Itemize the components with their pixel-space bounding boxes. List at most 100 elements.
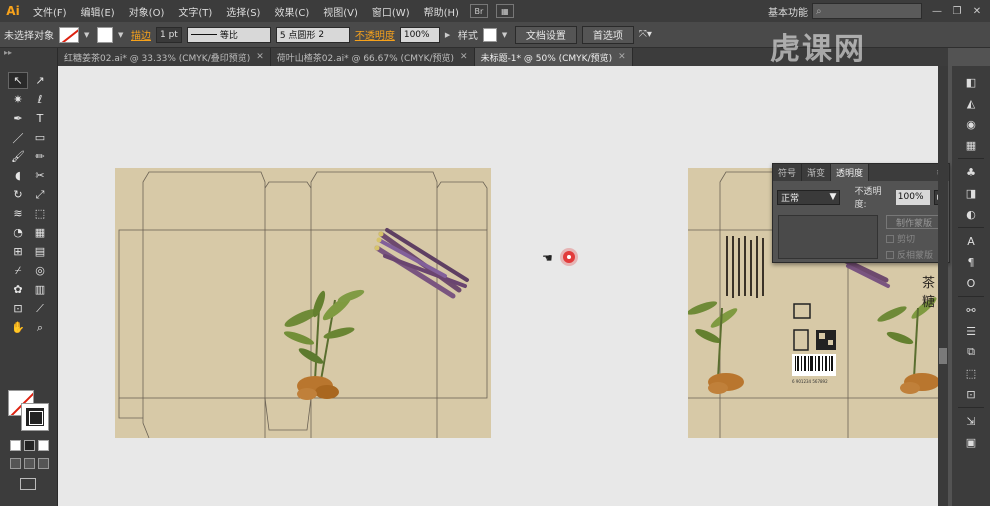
document-setup-button[interactable]: 文档设置 xyxy=(514,25,577,44)
opacity-input[interactable]: 100% xyxy=(399,26,440,43)
lasso-tool-icon[interactable]: ℓ xyxy=(30,91,50,108)
tab-document-3[interactable]: 未标题-1* @ 50% (CMYK/预览) ✕ xyxy=(474,48,633,66)
close-icon[interactable]: ✕ xyxy=(618,52,626,62)
chevron-right-icon[interactable]: ▶ xyxy=(445,31,453,39)
restore-button[interactable]: ❐ xyxy=(948,4,966,18)
chevron-down-icon[interactable]: ▼ xyxy=(118,31,126,39)
asset-icon[interactable]: ▣ xyxy=(963,434,979,450)
menu-item[interactable]: 窗口(W) xyxy=(365,4,417,19)
selection-tool-icon[interactable]: ↖ xyxy=(8,72,28,89)
graphic-style-swatch[interactable] xyxy=(482,27,497,42)
paragraph-icon[interactable]: ¶ xyxy=(963,254,979,270)
magic-wand-tool-icon[interactable]: ✷ xyxy=(8,91,28,108)
transform-icon[interactable]: ⬚ xyxy=(963,365,979,381)
color-panel-icon[interactable]: ◧ xyxy=(963,74,979,90)
menu-item[interactable]: 视图(V) xyxy=(316,4,365,19)
blend-tool-icon[interactable]: ◎ xyxy=(30,262,50,279)
eyedropper-tool-icon[interactable]: ⌿ xyxy=(8,262,28,279)
stroke-color-icon[interactable] xyxy=(22,404,48,430)
stroke-label[interactable]: 描边 xyxy=(131,27,151,42)
gradient-icon[interactable]: ◨ xyxy=(963,185,979,201)
none-mode-icon[interactable] xyxy=(38,440,49,451)
transparency-icon[interactable]: ◐ xyxy=(963,206,979,222)
draw-behind-icon[interactable] xyxy=(24,458,35,469)
eraser-tool-icon[interactable]: ✂ xyxy=(30,167,50,184)
symbol-sprayer-tool-icon[interactable]: ✿ xyxy=(8,281,28,298)
symbols-icon[interactable]: ♣ xyxy=(963,164,979,180)
layers-icon[interactable]: ▦ xyxy=(963,137,979,153)
opacity-label[interactable]: 不透明度 xyxy=(355,27,395,42)
menu-item[interactable]: 对象(O) xyxy=(122,4,172,19)
rotate-tool-icon[interactable]: ↻ xyxy=(8,186,28,203)
perspective-grid-tool-icon[interactable]: ▦ xyxy=(30,224,50,241)
menu-item[interactable]: 文件(F) xyxy=(26,4,74,19)
menu-item[interactable]: 效果(C) xyxy=(267,4,316,19)
draw-inside-icon[interactable] xyxy=(38,458,49,469)
close-button[interactable]: ✕ xyxy=(968,4,986,18)
tab-gradient[interactable]: 渐变 xyxy=(802,164,832,181)
brush-definition[interactable]: 5 点圆形 2 xyxy=(275,26,350,43)
screen-mode-icon[interactable] xyxy=(20,478,36,490)
width-tool-icon[interactable]: ≋ xyxy=(8,205,28,222)
menu-item[interactable]: 选择(S) xyxy=(219,4,267,19)
chevron-down-icon[interactable]: ▼ xyxy=(84,31,92,39)
fill-stroke-swatches[interactable] xyxy=(8,390,50,432)
stroke-swatch[interactable] xyxy=(97,26,113,43)
search-input[interactable]: ⌕ xyxy=(812,3,922,19)
pathfinder-icon[interactable]: ⧉ xyxy=(963,344,979,360)
color-mode-icon[interactable] xyxy=(10,440,21,451)
menu-item[interactable]: 文字(T) xyxy=(171,4,219,19)
export-icon[interactable]: ⇲ xyxy=(963,413,979,429)
menu-item[interactable]: 编辑(E) xyxy=(74,4,122,19)
column-graph-tool-icon[interactable]: ▥ xyxy=(30,281,50,298)
zoom-tool-icon[interactable]: ⌕ xyxy=(30,319,50,336)
links-icon[interactable]: ⚯ xyxy=(963,302,979,318)
gradient-mode-icon[interactable] xyxy=(24,440,35,451)
canvas-area[interactable]: 茶糖 6 901234 567892 ☚ xyxy=(58,66,938,506)
blob-brush-tool-icon[interactable]: ◖ xyxy=(8,167,28,184)
preferences-button[interactable]: 首选项 xyxy=(581,25,634,44)
pen-tool-icon[interactable]: ✒ xyxy=(8,110,28,127)
tab-symbols[interactable]: 符号 xyxy=(773,164,803,181)
vertical-scrollbar[interactable] xyxy=(938,66,948,506)
color-guide-icon[interactable]: ◭ xyxy=(963,95,979,111)
clip-checkbox[interactable]: 剪切 xyxy=(886,232,942,245)
mesh-tool-icon[interactable]: ⊞ xyxy=(8,243,28,260)
tab-document-1[interactable]: 红糖姜茶02.ai* @ 33.33% (CMYK/叠印预览) ✕ xyxy=(58,48,271,66)
variable-width-profile[interactable]: 等比 xyxy=(186,26,271,43)
tab-document-2[interactable]: 荷叶山楂茶02.ai* @ 66.67% (CMYK/预览) ✕ xyxy=(271,48,475,66)
paintbrush-tool-icon[interactable]: 🖌 xyxy=(8,148,28,165)
direct-selection-tool-icon[interactable]: ↗ xyxy=(30,72,50,89)
arrange-documents-icon[interactable]: ▦ xyxy=(495,4,514,18)
slice-tool-icon[interactable]: ⟋ xyxy=(30,300,50,317)
stroke-weight-field[interactable]: 1 pt xyxy=(156,26,182,43)
scroll-thumb[interactable] xyxy=(939,348,947,364)
character-icon[interactable]: A xyxy=(963,233,979,249)
close-icon[interactable]: ✕ xyxy=(256,52,264,62)
opentype-icon[interactable]: O xyxy=(963,275,979,291)
pencil-tool-icon[interactable]: ✏ xyxy=(30,148,50,165)
fill-swatch[interactable] xyxy=(59,26,79,43)
close-icon[interactable]: ✕ xyxy=(460,52,468,62)
hand-tool-icon[interactable]: ✋ xyxy=(8,319,28,336)
panel-opacity-input[interactable]: 100% xyxy=(895,189,931,205)
chevron-down-icon[interactable]: ▼ xyxy=(502,31,510,39)
artboards-icon[interactable]: ⊡ xyxy=(963,386,979,402)
toolbar-grip[interactable]: ▸▸ xyxy=(0,48,57,64)
shape-builder-tool-icon[interactable]: ◔ xyxy=(8,224,28,241)
rectangle-tool-icon[interactable]: ▭ xyxy=(30,129,50,146)
make-mask-button[interactable]: 制作蒙版 xyxy=(886,215,942,229)
invert-mask-checkbox[interactable]: 反相蒙版 xyxy=(886,248,942,261)
minimize-button[interactable]: — xyxy=(928,4,946,18)
arrange-icon[interactable]: ⤧▾ xyxy=(639,29,652,40)
gradient-tool-icon[interactable]: ▤ xyxy=(30,243,50,260)
mask-thumbnail[interactable] xyxy=(778,215,878,259)
workspace-switcher[interactable]: 基本功能 xyxy=(768,4,808,19)
artboard-tool-icon[interactable]: ⊡ xyxy=(8,300,28,317)
packaging-dieline-artwork-left[interactable] xyxy=(115,168,491,438)
scale-tool-icon[interactable]: ⤢ xyxy=(30,186,50,203)
align-icon[interactable]: ☰ xyxy=(963,323,979,339)
bridge-button[interactable]: Br xyxy=(469,4,488,18)
appearance-icon[interactable]: ◉ xyxy=(963,116,979,132)
menu-item[interactable]: 帮助(H) xyxy=(417,4,466,19)
